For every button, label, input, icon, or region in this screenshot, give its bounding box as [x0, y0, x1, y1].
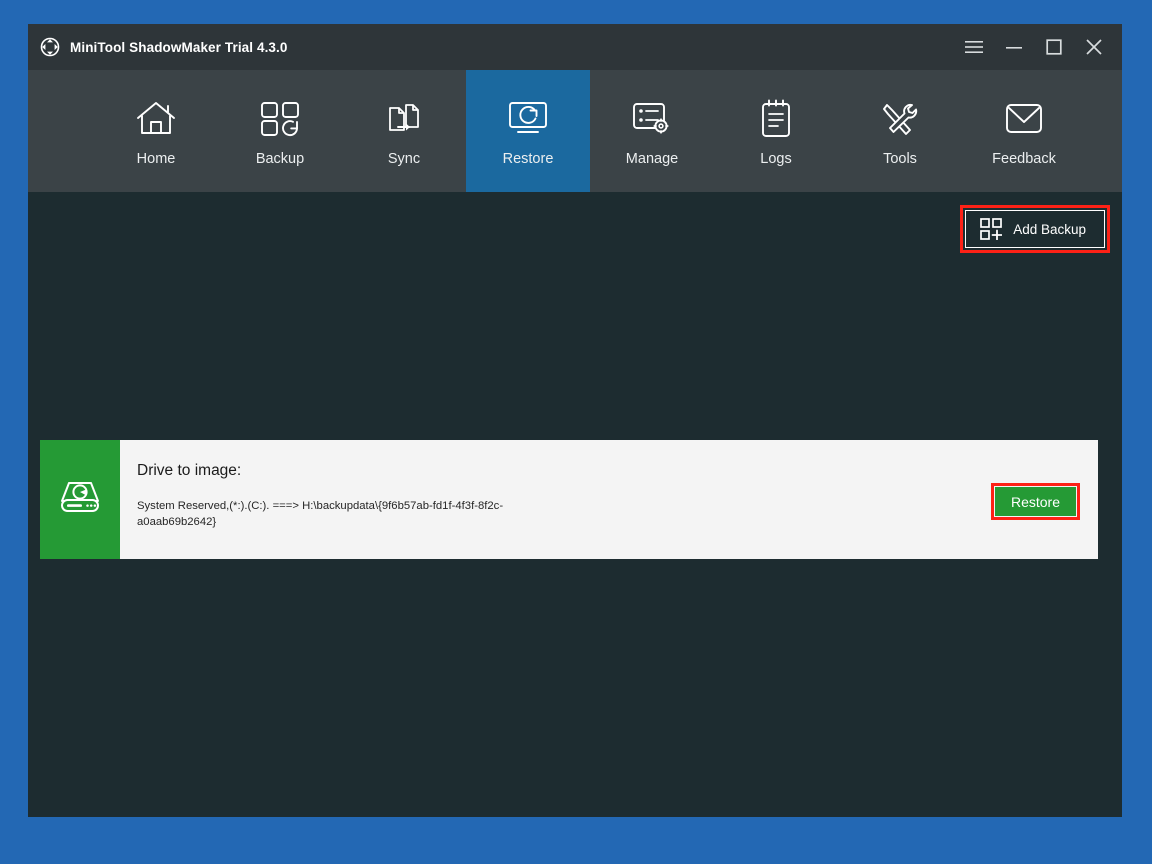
add-backup-label: Add Backup [1013, 221, 1086, 237]
nav-item-feedback[interactable]: Feedback [962, 70, 1086, 192]
sync-icon [384, 96, 424, 142]
restore-button-annotation: Restore [991, 483, 1080, 520]
nav-label-logs: Logs [760, 150, 792, 167]
app-window: MiniTool ShadowMaker Trial 4.3.0 Home Ba… [28, 24, 1122, 817]
nav-label-feedback: Feedback [992, 150, 1056, 167]
add-squares-plus-icon [980, 218, 1003, 240]
restore-toolbar: Add Backup [28, 192, 1122, 266]
add-backup-button[interactable]: Add Backup [965, 210, 1105, 248]
tools-icon [879, 96, 921, 142]
nav-label-manage: Manage [625, 150, 679, 167]
nav-item-restore[interactable]: Restore [466, 70, 590, 192]
feedback-icon [1003, 96, 1045, 142]
home-icon [134, 96, 178, 142]
backup-card-body: Drive to image: System Reserved,(*:).(C:… [120, 440, 1098, 559]
nav-item-backup[interactable]: Backup [218, 70, 342, 192]
nav-item-logs[interactable]: Logs [714, 70, 838, 192]
backup-card-title: Drive to image: [137, 462, 242, 479]
backup-task-card[interactable]: Drive to image: System Reserved,(*:).(C:… [40, 440, 1098, 559]
nav-item-tools[interactable]: Tools [838, 70, 962, 192]
backup-type-thumbnail [40, 440, 120, 559]
hard-drive-icon [57, 477, 103, 522]
window-title: MiniTool ShadowMaker Trial 4.3.0 [70, 39, 288, 55]
shadowmaker-logo-icon [39, 36, 61, 58]
logs-icon [758, 96, 794, 142]
nav-item-home[interactable]: Home [94, 70, 218, 192]
restore-button[interactable]: Restore [995, 487, 1076, 516]
nav-item-manage[interactable]: Manage [590, 70, 714, 192]
nav-item-sync[interactable]: Sync [342, 70, 466, 192]
nav-label-home: Home [136, 150, 176, 167]
backup-card-path: System Reserved,(*:).(C:). ===> H:\backu… [137, 500, 504, 529]
close-icon[interactable] [1074, 24, 1114, 70]
nav-label-restore: Restore [502, 150, 554, 167]
backup-icon [259, 96, 301, 142]
nav-label-sync: Sync [387, 150, 421, 167]
restore-icon [505, 96, 551, 142]
maximize-icon[interactable] [1034, 24, 1074, 70]
hamburger-menu-icon[interactable] [954, 24, 994, 70]
nav-label-backup: Backup [255, 150, 305, 167]
title-bar: MiniTool ShadowMaker Trial 4.3.0 [28, 24, 1122, 70]
minimize-icon[interactable] [994, 24, 1034, 70]
manage-icon [630, 96, 674, 142]
add-backup-annotation: Add Backup [960, 205, 1110, 253]
nav-label-tools: Tools [883, 150, 917, 167]
restore-content-area: Add Backup Drive to image: System Reserv… [28, 192, 1122, 817]
main-navigation: Home Backup Sync Restore Manage Logs Too… [28, 70, 1122, 192]
